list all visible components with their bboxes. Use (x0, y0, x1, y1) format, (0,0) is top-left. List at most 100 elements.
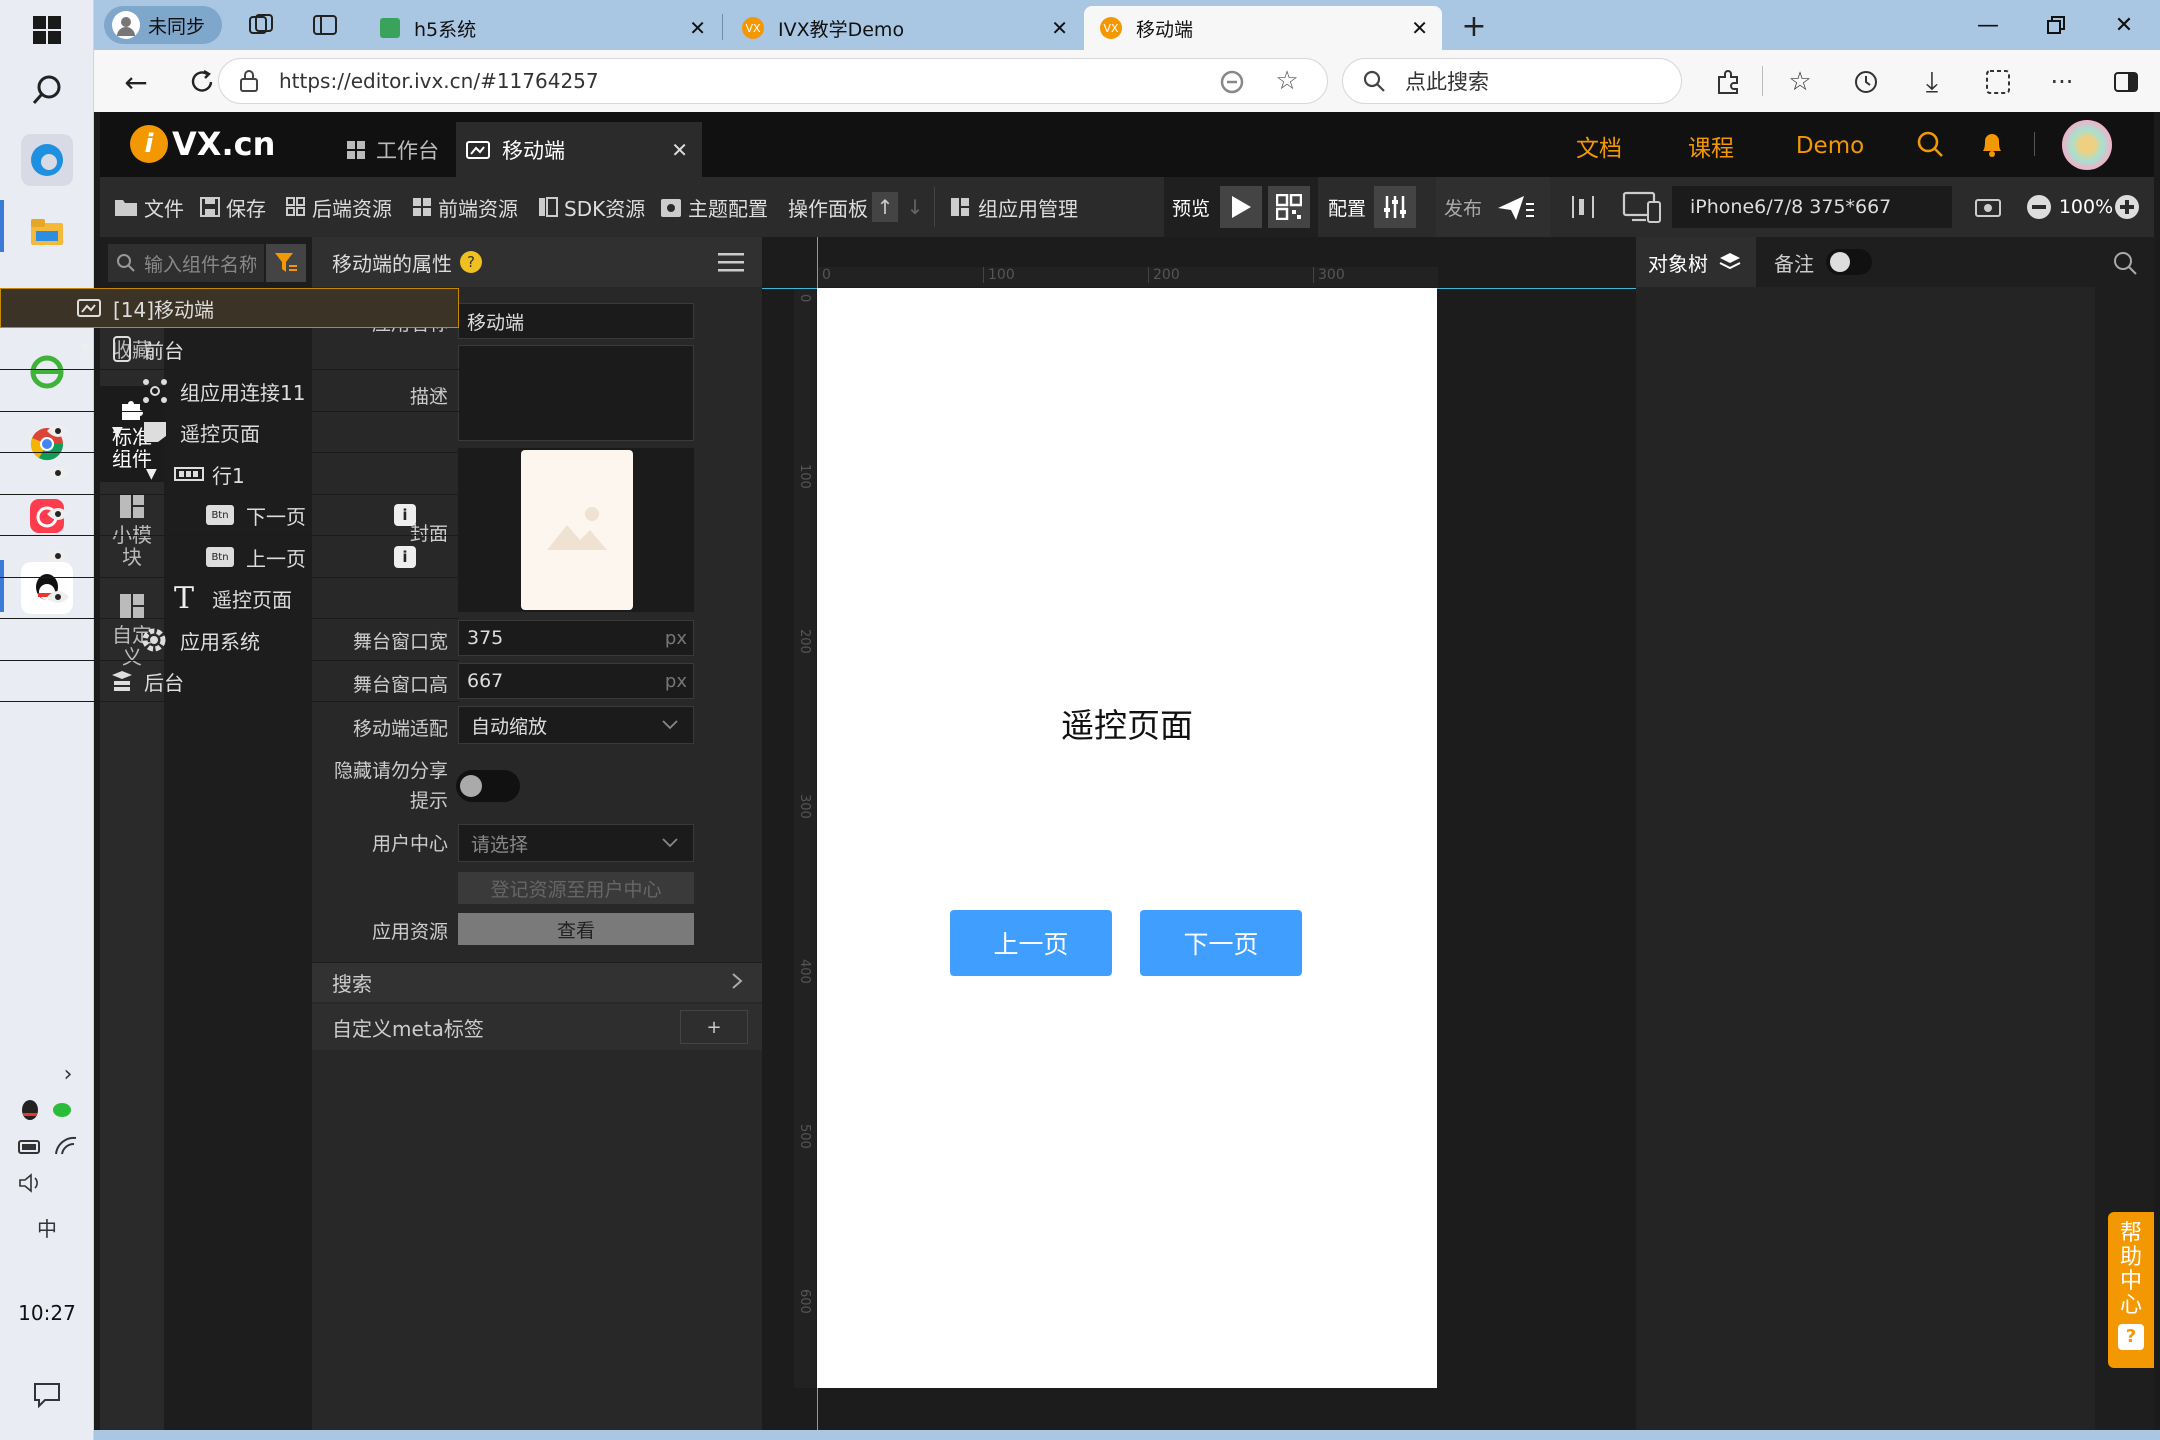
tree-node-next-button[interactable]: Btn 下一页 i (0, 495, 459, 536)
workspaces-icon[interactable] (244, 10, 278, 40)
wifi-icon[interactable] (54, 1134, 78, 1158)
menu-file[interactable]: 文件 (114, 177, 184, 237)
tree-node-prev-button[interactable]: Btn 上一页 i (0, 537, 459, 578)
file-explorer-icon[interactable] (21, 206, 73, 258)
battery-icon[interactable] (18, 1138, 42, 1156)
browser-tab-ivx-demo[interactable]: VX IVX教学Demo ✕ (726, 6, 1082, 50)
download-icon[interactable]: ⤓ (1914, 64, 1950, 100)
search-section-header[interactable]: 搜索 (312, 962, 762, 1002)
ivx-logo[interactable]: i VX.cn (130, 120, 275, 168)
close-tab-icon[interactable]: ✕ (1411, 16, 1428, 40)
zoom-out-icon[interactable] (2024, 192, 2054, 222)
help-center-button[interactable]: 帮助中心 ? (2108, 1212, 2154, 1368)
tree-node-text[interactable]: T 遥控页面 (0, 578, 459, 619)
browser-tab-h5[interactable]: h5系统 ✕ (364, 6, 720, 50)
eye-icon[interactable] (46, 420, 70, 444)
phone-page[interactable]: 遥控页面 上一页 下一页 (817, 288, 1437, 1388)
more-menu-icon[interactable]: ··· (2044, 64, 2080, 100)
qq-tray-icon[interactable] (18, 1098, 42, 1122)
bell-icon[interactable] (1974, 126, 2010, 162)
screenshot-icon[interactable] (1980, 64, 2016, 100)
tree-node-row1[interactable]: ▼ 行1 (0, 454, 459, 495)
menu-save[interactable]: 保存 (200, 177, 266, 237)
back-icon[interactable]: ← (116, 64, 156, 100)
prev-page-button[interactable]: 上一页 (950, 910, 1112, 976)
user-avatar[interactable] (2062, 120, 2112, 170)
menu-ops-panel[interactable]: 操作面板 ↑ ↓ (788, 177, 928, 237)
menu-backend-resources[interactable]: 后端资源 (286, 177, 392, 237)
arrow-up-icon[interactable]: ↑ (872, 192, 898, 222)
extensions-icon[interactable] (1710, 64, 1746, 100)
play-icon[interactable] (1220, 186, 1263, 228)
device-select-icon[interactable] (1618, 186, 1668, 228)
send-icon[interactable] (1490, 186, 1542, 228)
tab-object-tree[interactable]: 对象树 (1636, 237, 1756, 287)
stage-width-input[interactable]: 375 px (458, 620, 694, 656)
address-bar[interactable]: https://editor.ivx.cn/#11764257 ☆ (218, 58, 1328, 104)
mobile-adapt-select[interactable]: 自动缩放 (458, 706, 694, 744)
close-tab-icon[interactable]: ✕ (1051, 16, 1068, 40)
clock[interactable]: 10:27 (0, 1298, 94, 1328)
caret-down-icon[interactable]: ▼ (112, 424, 123, 440)
register-resource-button[interactable]: 登记资源至用户中心 (458, 872, 694, 904)
profile-button[interactable]: 未同步 (104, 6, 222, 44)
tree-node-app-connection[interactable]: 组应用连接11 (0, 371, 459, 412)
ivx-tab-workbench[interactable]: 工作台 (330, 122, 456, 177)
tree-node-root[interactable]: [14]移动端 (0, 288, 459, 328)
notification-icon[interactable] (33, 1382, 61, 1409)
volume-icon[interactable] (18, 1172, 44, 1194)
add-meta-button[interactable]: + (680, 1010, 748, 1044)
cover-image-placeholder[interactable] (521, 450, 633, 610)
nav-demo[interactable]: Demo (1796, 126, 1864, 166)
stage-height-input[interactable]: 667 px (458, 663, 694, 699)
caret-down-icon[interactable]: ▼ (146, 466, 157, 482)
camera-icon[interactable] (1970, 190, 2006, 224)
component-search-input[interactable]: 输入组件名称 (108, 244, 264, 282)
restore-icon[interactable] (2036, 10, 2076, 40)
description-textarea[interactable] (458, 345, 694, 441)
eye-icon[interactable] (46, 503, 70, 527)
menu-sdk-resources[interactable]: SDK资源 (538, 177, 645, 237)
hide-share-toggle[interactable] (456, 770, 520, 802)
ime-indicator[interactable]: 中 (30, 1212, 64, 1242)
view-resources-button[interactable]: 查看 (458, 913, 694, 945)
device-dropdown[interactable]: iPhone6/7/8 375*667 (1672, 186, 1952, 228)
chevron-right-icon[interactable]: › (56, 1060, 80, 1088)
event-info-icon[interactable]: i (394, 546, 416, 568)
windows-start-icon[interactable] (27, 10, 67, 50)
ivx-tab-mobile[interactable]: 移动端 ✕ (456, 122, 702, 177)
user-center-select[interactable]: 请选择 (458, 824, 694, 862)
browser-tab-mobile[interactable]: VX 移动端 ✕ (1084, 6, 1442, 50)
eye-icon[interactable] (46, 462, 70, 486)
note-toggle[interactable]: 备注 (1774, 237, 1934, 287)
refresh-icon[interactable] (182, 64, 222, 100)
hamburger-menu-icon[interactable] (718, 251, 744, 278)
search-icon[interactable] (27, 70, 67, 110)
tree-node-app-system[interactable]: 应用系统 (0, 620, 459, 661)
eye-icon[interactable] (46, 586, 70, 610)
wechat-tray-icon[interactable] (52, 1100, 76, 1122)
filter-icon[interactable] (266, 244, 306, 282)
tree-node-frontend[interactable]: ▼ 前台 (0, 329, 459, 370)
app-name-input[interactable]: 移动端 (458, 303, 694, 339)
arrow-down-icon[interactable]: ↓ (902, 192, 928, 222)
close-window-icon[interactable]: ✕ (2104, 10, 2144, 40)
eye-icon[interactable] (46, 545, 70, 569)
search-icon[interactable] (2108, 246, 2142, 280)
tree-node-remote-page[interactable]: ▼ 遥控页面 (0, 412, 459, 453)
edge-taskbar-icon[interactable] (21, 134, 73, 186)
close-tab-icon[interactable]: ✕ (671, 138, 688, 162)
event-info-icon[interactable]: i (394, 504, 416, 526)
note-switch[interactable] (1826, 249, 1872, 275)
zoom-in-icon[interactable] (2112, 192, 2142, 222)
favorite-star-icon[interactable]: ☆ (1271, 65, 1303, 97)
sliders-icon[interactable] (1374, 186, 1417, 228)
new-tab-icon[interactable]: + (1456, 9, 1492, 44)
tab-actions-icon[interactable] (308, 10, 342, 40)
translate-icon[interactable] (1217, 67, 1247, 97)
next-page-button[interactable]: 下一页 (1140, 910, 1302, 976)
lock-icon[interactable] (219, 59, 279, 103)
qrcode-icon[interactable] (1268, 186, 1311, 228)
tree-node-backend[interactable]: 后台 (0, 661, 459, 702)
menu-theme-config[interactable]: 主题配置 (660, 177, 768, 237)
